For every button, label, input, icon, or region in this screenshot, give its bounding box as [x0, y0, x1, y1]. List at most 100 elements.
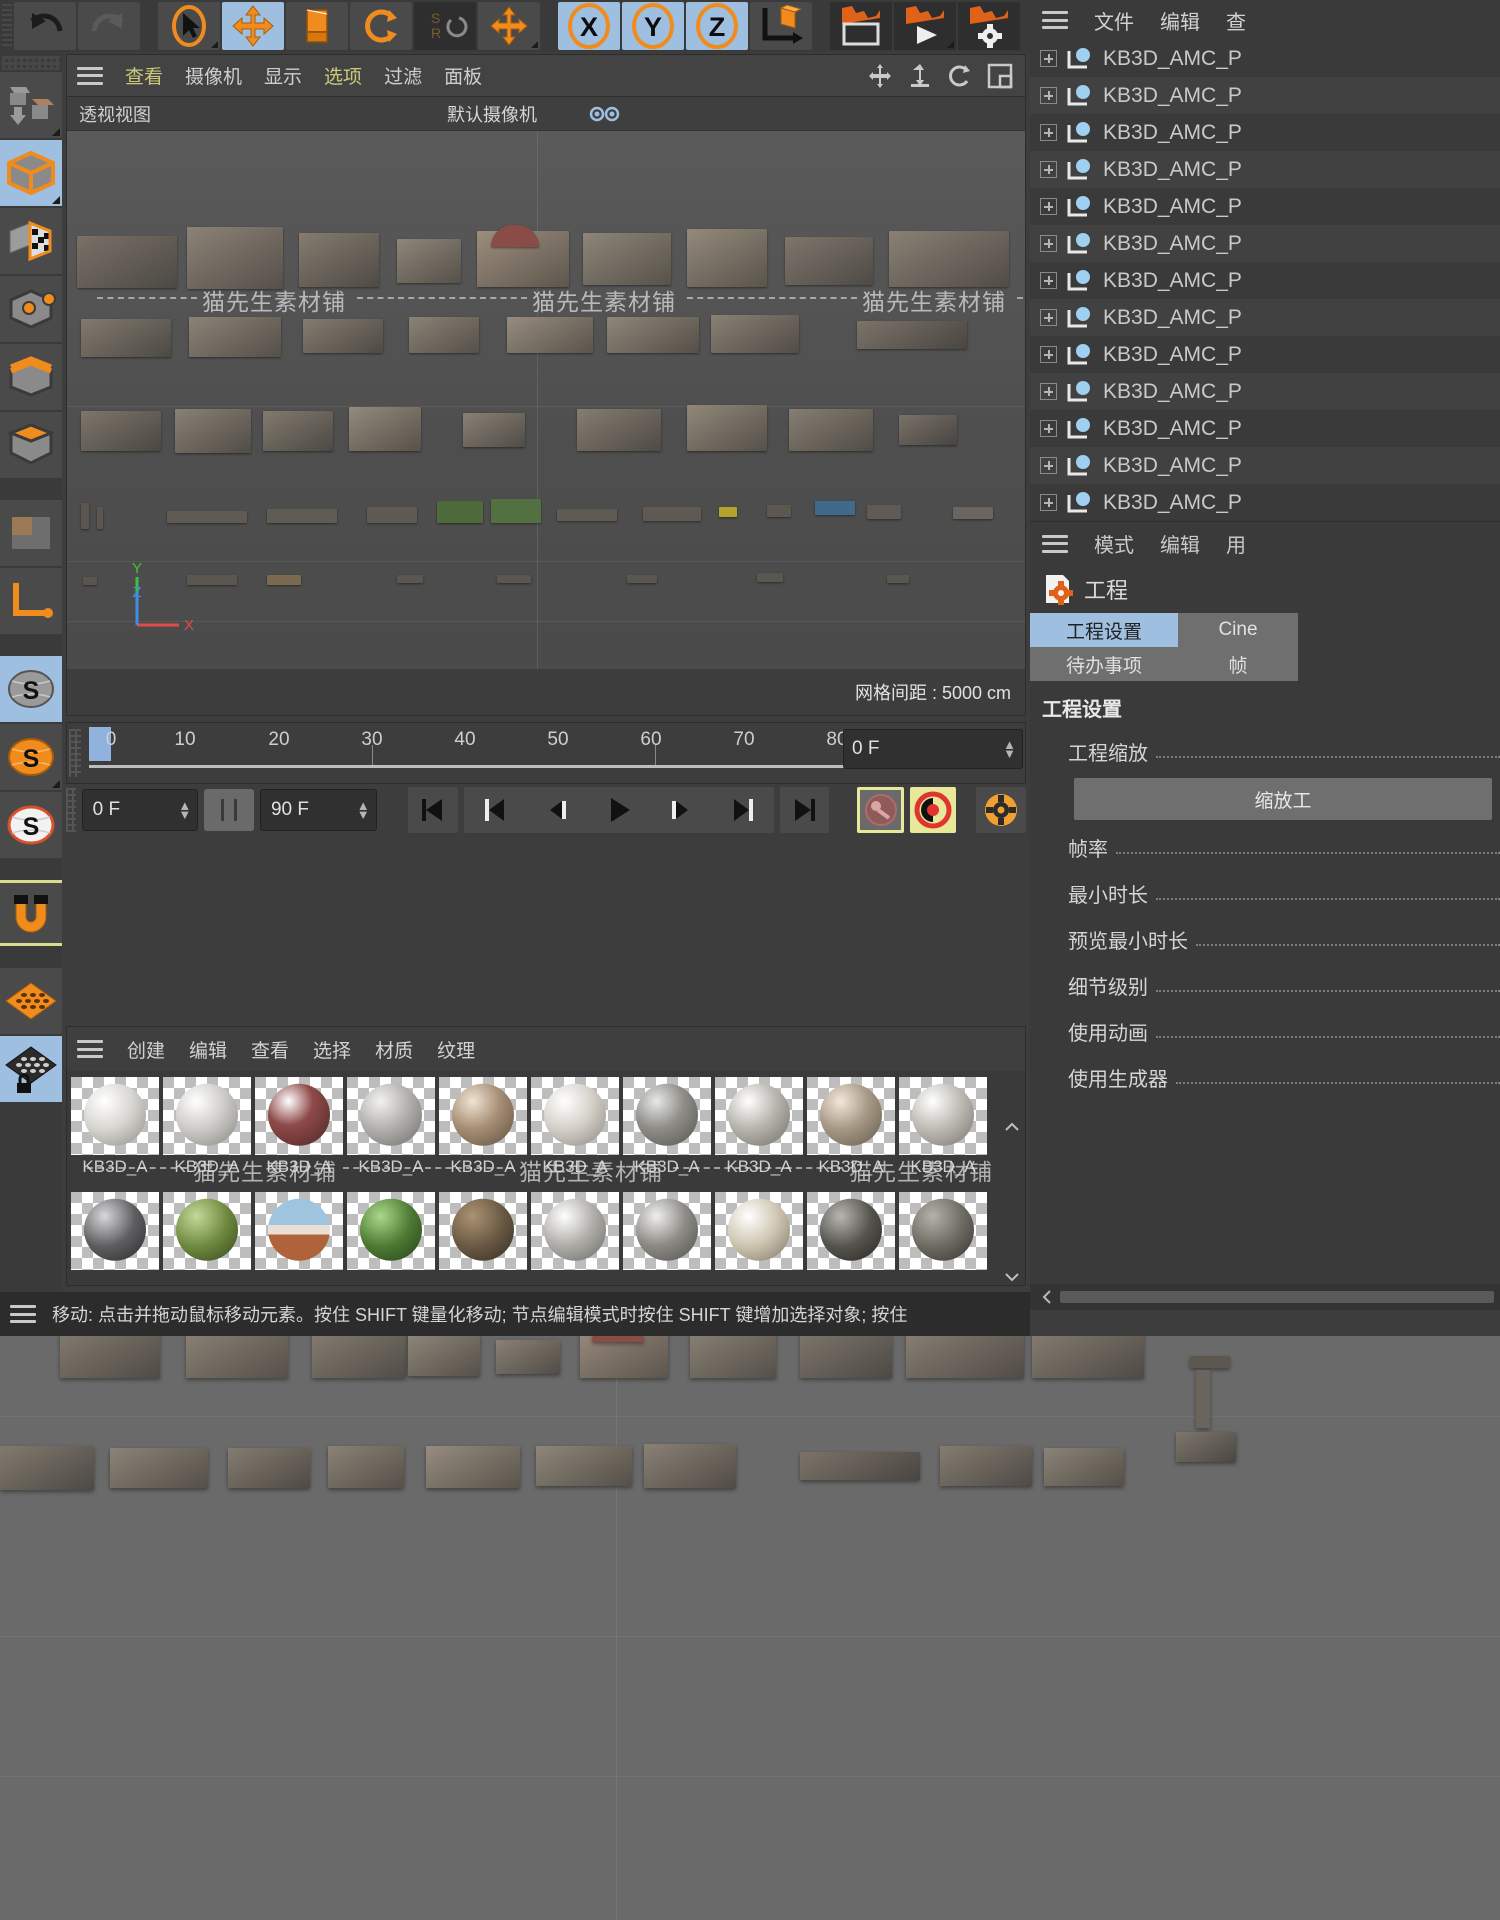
viewport-menu-panel[interactable]: 面板: [444, 62, 482, 89]
expand-icon[interactable]: [1040, 272, 1057, 289]
render-settings-button[interactable]: [958, 2, 1020, 50]
material-thumbnail[interactable]: [715, 1192, 803, 1270]
goto-end-button[interactable]: [779, 787, 830, 833]
object-row[interactable]: KB3D_AMC_P: [1030, 262, 1500, 299]
attr-row-project-scale[interactable]: 工程缩放: [1030, 728, 1500, 774]
viewport-body[interactable]: 透视视图 默认摄像机 猫先生素材铺 猫先生素材铺 猫先生素材铺 Y X Z 网格…: [66, 96, 1026, 716]
object-manager-list[interactable]: KB3D_AMC_P KB3D_AMC_P KB3D_AMC_P KB3D_AM…: [1030, 40, 1500, 521]
play-button[interactable]: [588, 787, 650, 833]
attr-row-use-generators[interactable]: 使用生成器: [1030, 1054, 1500, 1100]
material-menu-select[interactable]: 选择: [313, 1036, 351, 1063]
texture-mode-button[interactable]: [0, 208, 62, 274]
chevron-down-icon[interactable]: [1004, 1271, 1020, 1283]
uv-mode-button[interactable]: [0, 500, 62, 566]
expand-icon[interactable]: [1040, 494, 1057, 511]
material-menu-material[interactable]: 材质: [375, 1036, 413, 1063]
chevron-left-icon[interactable]: [1030, 1289, 1054, 1305]
attr-row-fps[interactable]: 帧率: [1030, 824, 1500, 870]
left-toolbar-grip[interactable]: [2, 56, 60, 70]
axis-y-button[interactable]: Y: [622, 2, 684, 50]
object-row[interactable]: KB3D_AMC_P: [1030, 299, 1500, 336]
material-thumbnail[interactable]: [531, 1192, 619, 1270]
material-thumbnail[interactable]: [347, 1192, 435, 1270]
next-frame-button[interactable]: [650, 787, 712, 833]
material-item[interactable]: [623, 1192, 711, 1281]
start-frame-field[interactable]: 0 F ▲ ▼: [81, 789, 199, 831]
dolly-icon[interactable]: [907, 63, 933, 89]
object-row[interactable]: KB3D_AMC_P: [1030, 188, 1500, 225]
material-item[interactable]: [255, 1192, 343, 1281]
render-view-button[interactable]: [830, 2, 892, 50]
sr-lock-button[interactable]: SR: [414, 2, 476, 50]
material-item[interactable]: [715, 1192, 803, 1281]
expand-icon[interactable]: [1040, 50, 1057, 67]
camera-icon[interactable]: [587, 103, 623, 125]
timeline-ruler[interactable]: 0 10 20 30 40 50 60 70 80 90 0 F ▲▼: [66, 722, 1026, 784]
object-menu-icon[interactable]: [1042, 11, 1068, 29]
expand-icon[interactable]: [1040, 420, 1057, 437]
material-menu-create[interactable]: 创建: [127, 1036, 165, 1063]
material-item[interactable]: KB3D_A: [439, 1077, 527, 1188]
expand-icon[interactable]: [1040, 346, 1057, 363]
attribute-menu-edit[interactable]: 编辑: [1160, 529, 1200, 558]
expand-icon[interactable]: [1040, 309, 1057, 326]
pan-icon[interactable]: [867, 63, 893, 89]
object-row[interactable]: KB3D_AMC_P: [1030, 114, 1500, 151]
material-thumbnail[interactable]: [439, 1077, 527, 1155]
object-row[interactable]: KB3D_AMC_P: [1030, 484, 1500, 521]
material-item[interactable]: KB3D_A: [715, 1077, 803, 1188]
axis-x-button[interactable]: X: [558, 2, 620, 50]
material-item[interactable]: [807, 1192, 895, 1281]
viewport-menu-view[interactable]: 查看: [125, 62, 163, 89]
material-thumbnail[interactable]: [71, 1077, 159, 1155]
material-item[interactable]: KB3D_A: [347, 1077, 435, 1188]
maximize-view-icon[interactable]: [987, 63, 1013, 89]
material-grid[interactable]: KB3D_A KB3D_A KB3D_A KB3D_A KB3D_A KB3D_…: [67, 1071, 1025, 1287]
workplane-button[interactable]: [0, 968, 62, 1034]
material-thumbnail[interactable]: [531, 1077, 619, 1155]
status-menu-icon[interactable]: [10, 1305, 36, 1323]
object-row[interactable]: KB3D_AMC_P: [1030, 77, 1500, 114]
point-mode-button[interactable]: [0, 276, 62, 342]
scale-tool-button[interactable]: [286, 2, 348, 50]
edge-mode-button[interactable]: [0, 344, 62, 410]
move-tool-button[interactable]: [222, 2, 284, 50]
axis-z-button[interactable]: Z: [686, 2, 748, 50]
attr-row-min-time[interactable]: 最小时长: [1030, 870, 1500, 916]
attr-row-use-animation[interactable]: 使用动画: [1030, 1008, 1500, 1054]
material-thumbnail[interactable]: [899, 1192, 987, 1270]
record-active-objects-button[interactable]: [857, 787, 904, 833]
attribute-menu-user[interactable]: 用: [1226, 529, 1246, 558]
object-menu-file[interactable]: 文件: [1094, 6, 1134, 35]
attr-row-lod[interactable]: 细节级别: [1030, 962, 1500, 1008]
tab-todo[interactable]: 待办事项: [1030, 647, 1178, 681]
material-thumbnail[interactable]: [715, 1077, 803, 1155]
expand-icon[interactable]: [1040, 124, 1057, 141]
toolbar-grip[interactable]: [2, 4, 12, 48]
timeline-bars-button[interactable]: [204, 789, 254, 831]
material-thumbnail[interactable]: [899, 1077, 987, 1155]
expand-icon[interactable]: [1040, 161, 1057, 178]
object-row[interactable]: KB3D_AMC_P: [1030, 40, 1500, 77]
goto-start-button[interactable]: [407, 787, 458, 833]
material-thumbnail[interactable]: [255, 1192, 343, 1270]
expand-icon[interactable]: [1040, 198, 1057, 215]
tab-project-settings[interactable]: 工程设置: [1030, 613, 1178, 647]
timeline-track[interactable]: 0 10 20 30 40 50 60 70 80 90: [89, 723, 928, 783]
material-menu-texture[interactable]: 纹理: [437, 1036, 475, 1063]
autokeying-button[interactable]: [909, 787, 957, 833]
snap-enable-button[interactable]: [0, 880, 62, 946]
object-row[interactable]: KB3D_AMC_P: [1030, 336, 1500, 373]
expand-icon[interactable]: [1040, 87, 1057, 104]
render-picture-viewer-button[interactable]: [894, 2, 956, 50]
viewport-solo-hierarchy-button[interactable]: S: [0, 792, 62, 858]
expand-icon[interactable]: [1040, 235, 1057, 252]
world-object-axis-button[interactable]: [478, 2, 540, 50]
hscroll-thumb[interactable]: [1060, 1291, 1494, 1303]
tab-frame[interactable]: 帧: [1178, 647, 1298, 681]
material-menu-view[interactable]: 查看: [251, 1036, 289, 1063]
polygon-mode-button[interactable]: [0, 412, 62, 478]
material-thumbnail[interactable]: [255, 1077, 343, 1155]
attribute-hscrollbar[interactable]: [1030, 1284, 1500, 1310]
chevron-up-icon[interactable]: [1004, 1121, 1020, 1133]
